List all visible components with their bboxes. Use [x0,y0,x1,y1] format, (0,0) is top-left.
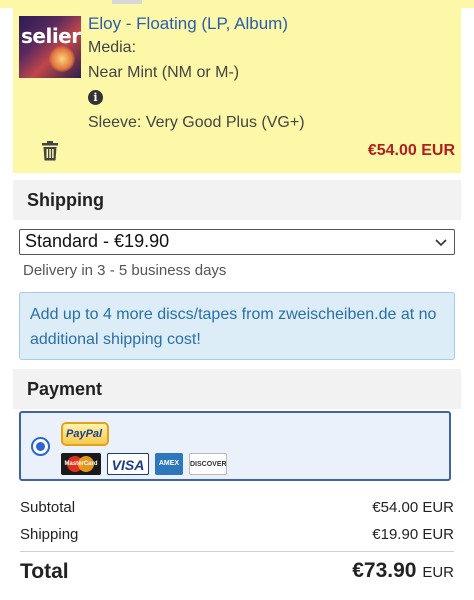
amex-logo: AMEX [155,453,183,475]
media-condition: Near Mint (NM or M-) [88,64,240,81]
top-strip [0,0,474,8]
mastercard-label: MasterCard [64,461,98,467]
shipping-row: Shipping €19.90 EUR [20,524,454,546]
total-row: Total €73.90 EUR [20,558,454,588]
album-cover-thumbnail[interactable]: selier [19,16,81,78]
subtotal-value: €54.00 EUR [372,499,454,516]
info-icon[interactable]: i [88,90,103,105]
payment-radio[interactable] [31,437,50,456]
totals-divider [20,551,454,552]
trash-icon[interactable] [41,141,59,161]
discover-logo: DISCOVER [189,453,227,475]
payment-method-option[interactable]: PayPal MasterCard VISA AMEX DISCOVER [19,411,451,481]
chevron-down-icon [435,239,447,247]
subtotal-row: Subtotal €54.00 EUR [20,497,454,519]
shipping-heading: Shipping [13,180,461,220]
cover-art-sun [49,46,75,72]
shipping-method-select[interactable]: Standard - €19.90 [19,229,455,255]
total-label: Total [20,560,69,583]
discover-label: DISCOVER [190,461,227,468]
sleeve-condition: Sleeve: Very Good Plus (VG+) [88,114,305,131]
shipping-cost-value: €19.90 EUR [372,526,454,543]
payment-section: Payment PayPal MasterCard VISA AMEX DISC… [13,369,461,481]
shipping-cost-label: Shipping [20,526,79,543]
item-price: €54.00 EUR [367,142,455,159]
scroll-indicator [112,0,142,4]
mastercard-logo: MasterCard [61,453,101,475]
cart-item: selier Eloy - Floating (LP, Album) Media… [13,8,461,173]
shipping-section: Shipping Standard - €19.90 Delivery in 3… [13,180,461,360]
total-amount: €73.90 [352,559,417,582]
shipping-selected-value: Standard - €19.90 [25,231,170,251]
delivery-time: Delivery in 3 - 5 business days [23,262,227,279]
visa-logo: VISA [107,453,149,475]
media-label: Media: [88,39,137,56]
paypal-logo: PayPal [61,422,109,446]
subtotal-label: Subtotal [20,499,76,516]
radio-selected-dot [36,442,45,451]
cover-text: selier [21,24,81,48]
item-title-link[interactable]: Eloy - Floating (LP, Album) [88,14,288,34]
total-currency: EUR [422,564,454,581]
total-value: €73.90 EUR [352,559,454,583]
payment-heading: Payment [13,369,461,409]
shipping-notice: Add up to 4 more discs/tapes from zweisc… [19,292,455,360]
